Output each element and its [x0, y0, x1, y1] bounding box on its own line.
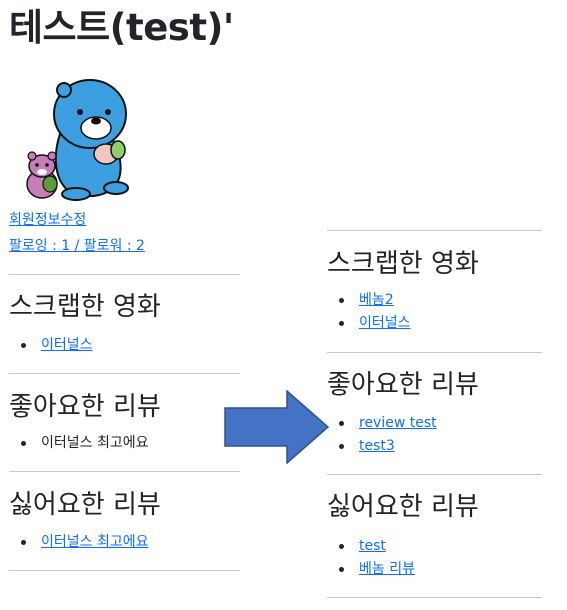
right-disliked-link-2[interactable]: 베놈 리뷰: [359, 561, 415, 577]
right-disliked-link-1[interactable]: test: [359, 538, 386, 554]
list-item: review test: [327, 412, 437, 435]
left-divider-4: [9, 570, 240, 571]
right-scrapped-link-1[interactable]: 베놈2: [359, 292, 394, 308]
right-disliked-heading: 싫어요한 리뷰: [327, 492, 479, 522]
follow-counts-link[interactable]: 팔로잉 : 1 / 팔로워 : 2: [9, 237, 145, 255]
right-scrapped-heading: 스크랩한 영화: [327, 249, 479, 279]
list-item: 베놈2: [327, 289, 411, 312]
left-scrapped-heading: 스크랩한 영화: [9, 292, 161, 322]
left-disliked-heading: 싫어요한 리뷰: [9, 490, 161, 520]
right-scrapped-list: 베놈2 이터널스: [327, 289, 411, 335]
list-item: 이터널스 최고에요: [9, 531, 149, 554]
list-item: test3: [327, 435, 437, 458]
right-arrow-icon: [224, 390, 329, 464]
list-item: 이터널스 최고에요: [9, 432, 149, 455]
page-title: 테스트(test)': [9, 6, 234, 49]
right-divider-4: [327, 597, 542, 598]
left-divider-2: [9, 373, 240, 374]
left-disliked-list: 이터널스 최고에요: [9, 531, 149, 554]
left-disliked-link[interactable]: 이터널스 최고에요: [41, 534, 149, 550]
right-liked-list: review test test3: [327, 412, 437, 458]
right-disliked-list: test 베놈 리뷰: [327, 535, 415, 581]
list-item: 베놈 리뷰: [327, 558, 415, 581]
left-scrapped-list: 이터널스: [9, 334, 93, 357]
list-item: 이터널스: [327, 312, 411, 335]
avatar: [26, 79, 129, 201]
left-scrapped-link[interactable]: 이터널스: [41, 337, 93, 353]
right-divider-1: [327, 230, 542, 231]
list-item: 이터널스: [9, 334, 93, 357]
right-liked-link-2[interactable]: test3: [359, 438, 395, 454]
left-divider-1: [9, 274, 240, 275]
right-divider-3: [327, 474, 542, 475]
right-liked-link-1[interactable]: review test: [359, 415, 437, 431]
left-liked-text: 이터널스 최고에요: [41, 435, 149, 451]
right-scrapped-link-2[interactable]: 이터널스: [359, 315, 411, 331]
list-item: test: [327, 535, 415, 558]
left-liked-list: 이터널스 최고에요: [9, 432, 149, 455]
edit-profile-link[interactable]: 회원정보수정: [9, 211, 86, 229]
left-divider-3: [9, 471, 240, 472]
right-liked-heading: 좋아요한 리뷰: [327, 370, 479, 400]
right-divider-2: [327, 352, 542, 353]
left-liked-heading: 좋아요한 리뷰: [9, 392, 161, 422]
